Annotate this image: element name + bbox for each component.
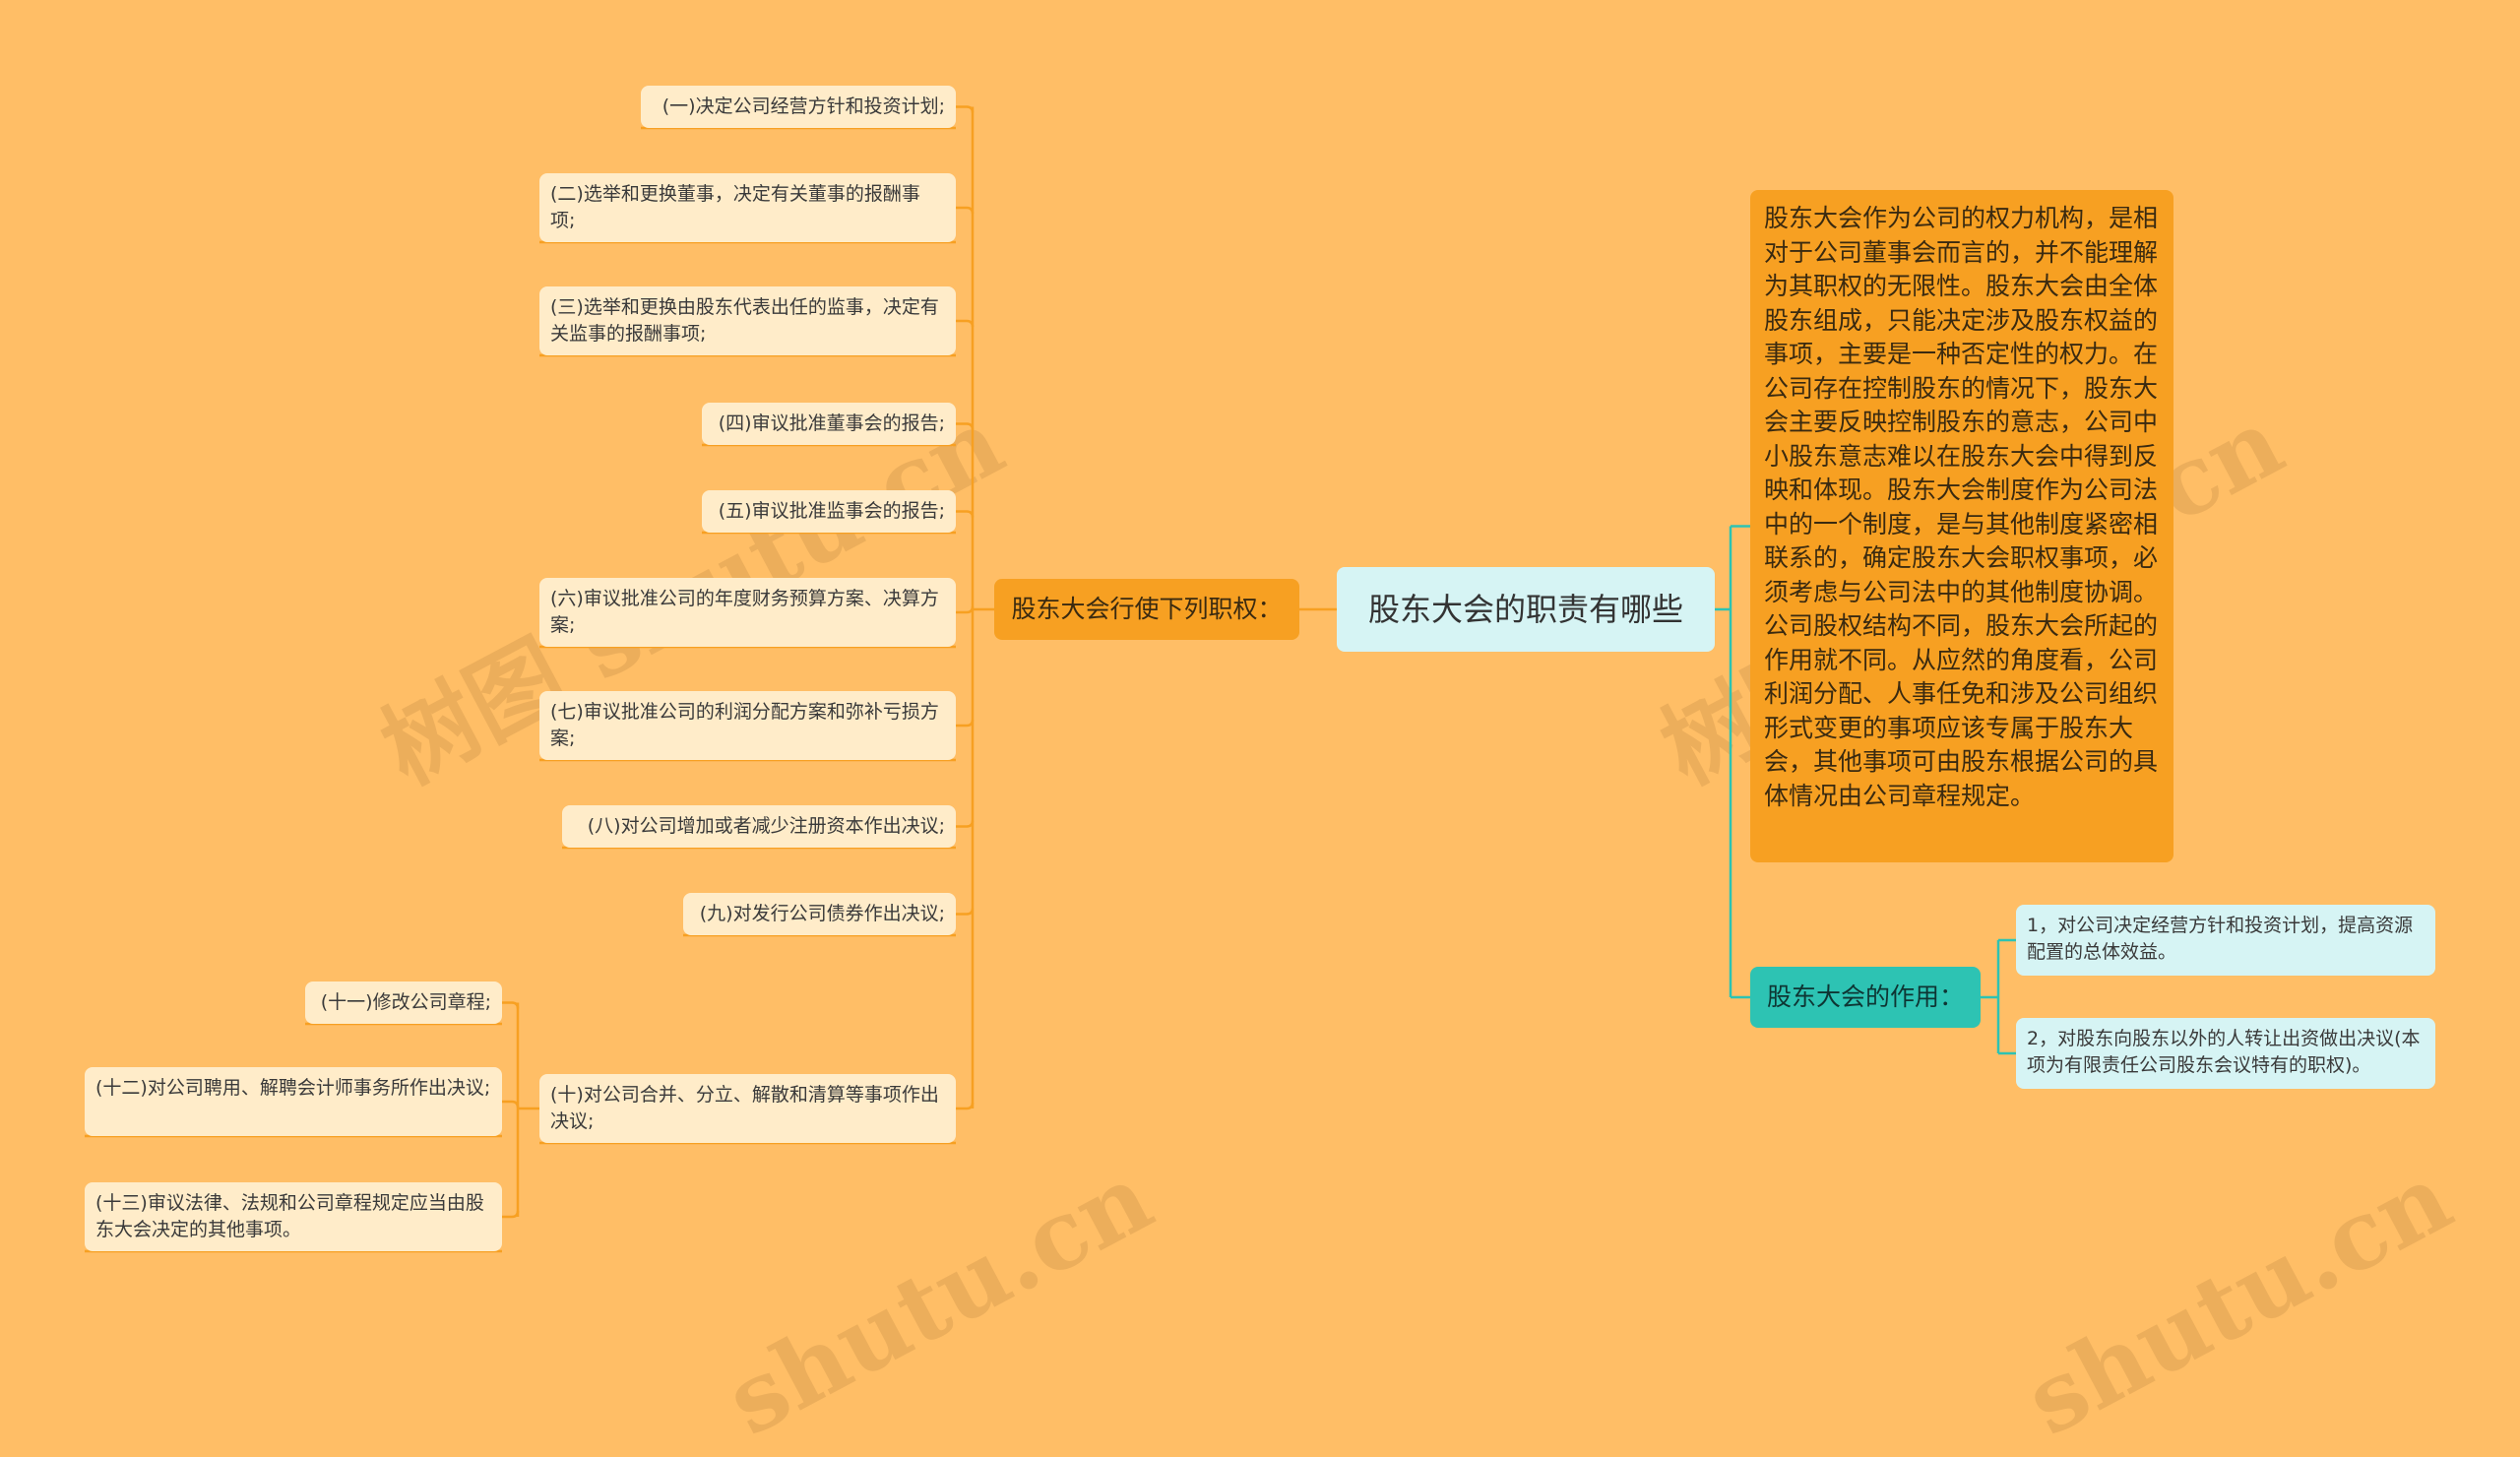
- power-item-8[interactable]: (八)对公司增加或者减少注册资本作出决议;: [562, 805, 956, 848]
- function-item-2[interactable]: 2，对股东向股东以外的人转让出资做出决议(本项为有限责任公司股东会议特有的职权)…: [2016, 1018, 2435, 1089]
- power-item-1[interactable]: (一)决定公司经营方针和投资计划;: [641, 86, 956, 128]
- function-item-1[interactable]: 1，对公司决定经营方针和投资计划，提高资源配置的总体效益。: [2016, 905, 2435, 976]
- powers-edge: [956, 908, 975, 916]
- power-sub-item-13[interactable]: (十三)审议法律、法规和公司章程规定应当由股东大会决定的其他事项。: [85, 1182, 502, 1251]
- power-item-7[interactable]: (七)审议批准公司的利润分配方案和弥补亏损方案;: [539, 691, 956, 760]
- power-item-4[interactable]: (四)审议批准董事会的报告;: [702, 403, 956, 445]
- powers-edge: [956, 605, 975, 614]
- power-item-6[interactable]: (六)审议批准公司的年度财务预算方案、决算方案;: [539, 578, 956, 647]
- power-item-5[interactable]: (五)审议批准监事会的报告;: [702, 490, 956, 533]
- powers-edge: [956, 422, 975, 430]
- powers-edge: [956, 105, 975, 113]
- power-item-2[interactable]: (二)选举和更换董事，决定有关董事的报酬事项;: [539, 173, 956, 242]
- root-topic[interactable]: 股东大会的职责有哪些: [1337, 567, 1715, 652]
- powers-edge: [956, 319, 975, 328]
- branch-functions[interactable]: 股东大会的作用：: [1750, 967, 1981, 1028]
- powers-edge: [956, 206, 975, 215]
- power-sub-item-11[interactable]: (十一)修改公司章程;: [305, 982, 502, 1024]
- description-note[interactable]: 股东大会作为公司的权力机构，是相对于公司董事会而言的，并不能理解为其职权的无限性…: [1750, 190, 2174, 862]
- powers-edge: [956, 820, 975, 828]
- powers-sub-edge: [502, 1210, 520, 1219]
- power-item-3[interactable]: (三)选举和更换由股东代表出任的监事，决定有关监事的报酬事项;: [539, 286, 956, 355]
- powers-sub-edge: [502, 1100, 520, 1109]
- power-item-9[interactable]: (九)对发行公司债券作出决议;: [683, 893, 956, 935]
- power-item-10[interactable]: (十)对公司合并、分立、解散和清算等事项作出决议;: [539, 1074, 956, 1143]
- powers-edge: [956, 719, 975, 728]
- powers-edge: [956, 510, 975, 518]
- powers-edge: [956, 1102, 975, 1110]
- powers-sub-edge: [502, 1001, 520, 1009]
- branch-powers[interactable]: 股东大会行使下列职权：: [994, 579, 1299, 640]
- power-sub-item-12[interactable]: (十二)对公司聘用、解聘会计师事务所作出决议;: [85, 1067, 502, 1136]
